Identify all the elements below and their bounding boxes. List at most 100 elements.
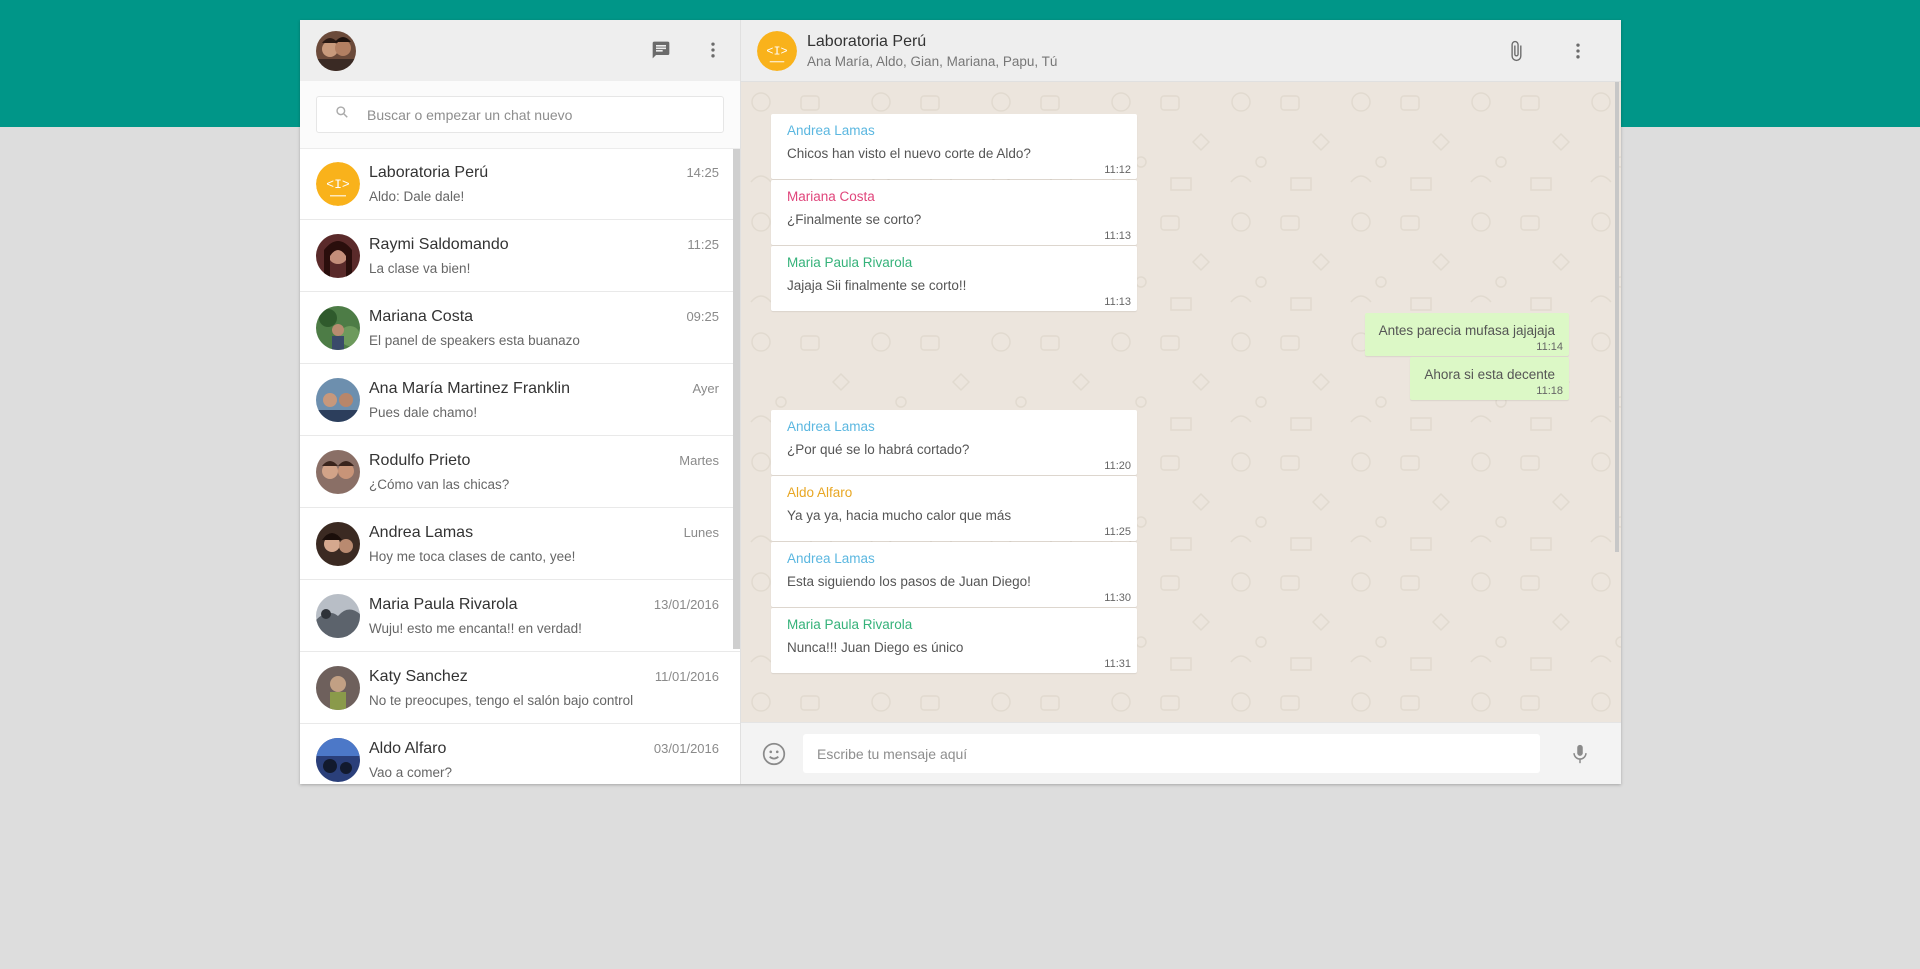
message-text: Esta siguiendo los pasos de Juan Diego! <box>787 574 1031 589</box>
more-vert-icon[interactable] <box>1565 38 1591 64</box>
laboratoria-logo-avatar: <I> <box>757 30 797 71</box>
message-time: 11:13 <box>1104 230 1131 242</box>
chat-time: 11:25 <box>687 236 719 252</box>
chat-list: <I> Laboratoria Perú 14:25 Aldo: Dale dal… <box>300 149 740 784</box>
laboratoria-logo-avatar: <I> <box>316 162 360 206</box>
chat-time: 11/01/2016 <box>654 668 719 684</box>
chat-preview: Vao a comer? <box>369 764 453 780</box>
chat-list-item[interactable]: <I> Laboratoria Perú 14:25 Aldo: Dale dal… <box>300 149 740 220</box>
chat-name: Raymi Saldomando <box>369 235 509 253</box>
paperclip-icon[interactable] <box>1503 38 1529 64</box>
conversation-pane: <I> Laboratoria Perú Ana María, Aldo, Gi… <box>741 20 1621 784</box>
incoming-message: Aldo Alfaro Ya ya ya, hacia mucho calor … <box>771 476 1137 541</box>
incoming-message: Maria Paula Rivarola Nunca!!! Juan Diego… <box>771 608 1137 673</box>
message-time: 11:20 <box>1104 460 1131 472</box>
message-text: Ya ya ya, hacia mucho calor que más <box>787 508 1012 523</box>
contact-avatar <box>316 233 360 278</box>
chat-preview: La clase va bien! <box>369 260 471 276</box>
chat-preview: Aldo: Dale dale! <box>369 189 465 204</box>
message-composer <box>741 722 1621 784</box>
sidebar: <I> Laboratoria Perú 14:25 Aldo: Dale dal… <box>300 20 741 784</box>
contact-avatar <box>316 593 360 638</box>
my-avatar[interactable] <box>316 30 356 71</box>
message-time: 11:31 <box>1104 658 1131 670</box>
message-scrollbar[interactable] <box>1615 82 1619 552</box>
chat-list-item[interactable]: Maria Paula Rivarola 13/01/2016 Wuju! est… <box>300 580 740 652</box>
outgoing-message: Ahora si esta decente 11:18 <box>1410 357 1569 400</box>
contact-avatar <box>316 665 360 710</box>
message-text: Jajaja Sii finalmente se corto!! <box>787 278 967 293</box>
chat-list-item[interactable]: Andrea Lamas Lunes Hoy me toca clases de … <box>300 508 740 580</box>
message-text: Chicos han visto el nuevo corte de Aldo? <box>787 146 1031 161</box>
more-vert-icon[interactable] <box>700 37 726 63</box>
chat-list-item[interactable]: Ana María Martinez Franklin Ayer Pues dal… <box>300 364 740 436</box>
message-text: ¿Por qué se lo habrá cortado? <box>787 442 970 457</box>
chat-preview: Wuju! esto me encanta!! en verdad! <box>369 620 582 636</box>
search-area <box>300 81 740 149</box>
chat-name: Laboratoria Perú <box>369 164 489 181</box>
message-sender: Mariana Costa <box>787 189 875 204</box>
message-text: Antes parecia mufasa jajajaja <box>1378 323 1555 338</box>
message-time: 11:13 <box>1104 296 1131 308</box>
message-sender: Andrea Lamas <box>787 551 875 566</box>
contact-avatar <box>316 305 360 350</box>
contact-avatar <box>316 449 360 494</box>
chat-time: 13/01/2016 <box>653 596 719 612</box>
message-time: 11:30 <box>1104 592 1131 604</box>
message-text: Nunca!!! Juan Diego es único <box>787 640 964 655</box>
conversation-header[interactable]: <I> Laboratoria Perú Ana María, Aldo, Gi… <box>741 20 1621 82</box>
chat-name: Andrea Lamas <box>369 523 474 541</box>
conversation-name: Laboratoria Perú <box>807 32 927 50</box>
incoming-message: Maria Paula Rivarola Jajaja Sii finalmen… <box>771 246 1137 311</box>
message-time: 11:18 <box>1536 385 1563 397</box>
chat-time: 14:25 <box>686 165 719 180</box>
chat-name: Aldo Alfaro <box>369 739 447 757</box>
chat-list-item[interactable]: Raymi Saldomando 11:25 La clase va bien! <box>300 220 740 292</box>
chat-time: Lunes <box>683 524 719 540</box>
chat-preview: No te preocupes, tengo el salón bajo con… <box>369 692 634 708</box>
sidebar-header <box>300 20 740 81</box>
chat-preview: ¿Cómo van las chicas? <box>369 476 510 492</box>
chat-name: Mariana Costa <box>369 307 474 325</box>
search-icon <box>335 105 349 124</box>
chat-bubble-icon[interactable] <box>648 37 674 63</box>
search-input[interactable] <box>367 106 697 123</box>
chat-name: Maria Paula Rivarola <box>369 595 518 613</box>
message-sender: Maria Paula Rivarola <box>787 255 913 270</box>
message-text: Ahora si esta decente <box>1424 367 1555 382</box>
chat-name: Rodulfo Prieto <box>369 451 471 469</box>
svg-text:<I>: <I> <box>766 44 787 58</box>
smiley-icon[interactable] <box>761 741 787 767</box>
conversation-members: Ana María, Aldo, Gian, Mariana, Papu, Tú <box>807 53 1058 69</box>
chat-time: 03/01/2016 <box>653 740 719 756</box>
message-sender: Andrea Lamas <box>787 123 875 138</box>
search-box[interactable] <box>316 96 724 133</box>
chat-time: 09:25 <box>686 308 719 324</box>
message-input[interactable] <box>803 734 1540 773</box>
incoming-message: Andrea Lamas Esta siguiendo los pasos de… <box>771 542 1137 607</box>
message-area[interactable]: Andrea Lamas Chicos han visto el nuevo c… <box>741 82 1621 722</box>
message-time: 11:12 <box>1104 164 1131 176</box>
chat-list-item[interactable]: Aldo Alfaro 03/01/2016 Vao a comer? <box>300 724 740 784</box>
microphone-icon[interactable] <box>1567 741 1593 767</box>
message-sender: Andrea Lamas <box>787 419 875 434</box>
message-sender: Maria Paula Rivarola <box>787 617 913 632</box>
chat-name: Ana María Martinez Franklin <box>369 379 570 397</box>
svg-text:<I>: <I> <box>326 177 350 192</box>
chat-preview: El panel de speakers esta buanazo <box>369 332 580 348</box>
outgoing-message: Antes parecia mufasa jajajaja 11:14 <box>1364 313 1569 356</box>
chat-time: Ayer <box>692 380 720 396</box>
message-time: 11:14 <box>1536 341 1563 353</box>
message-text: ¿Finalmente se corto? <box>787 212 922 227</box>
message-time: 11:25 <box>1104 526 1131 538</box>
incoming-message: Andrea Lamas Chicos han visto el nuevo c… <box>771 114 1137 179</box>
chat-list-item[interactable]: Rodulfo Prieto Martes ¿Cómo van las chica… <box>300 436 740 508</box>
chat-app-window: <I> Laboratoria Perú 14:25 Aldo: Dale dal… <box>300 20 1621 784</box>
incoming-message: Mariana Costa ¿Finalmente se corto? 11:1… <box>771 180 1137 245</box>
chat-preview: Hoy me toca clases de canto, yee! <box>369 548 576 564</box>
chat-list-item[interactable]: Mariana Costa 09:25 El panel de speakers … <box>300 292 740 364</box>
chat-preview: Pues dale chamo! <box>369 404 478 420</box>
chat-time: Martes <box>679 452 719 468</box>
chat-name: Katy Sanchez <box>369 667 468 685</box>
chat-list-item[interactable]: Katy Sanchez 11/01/2016 No te preocupes, … <box>300 652 740 724</box>
